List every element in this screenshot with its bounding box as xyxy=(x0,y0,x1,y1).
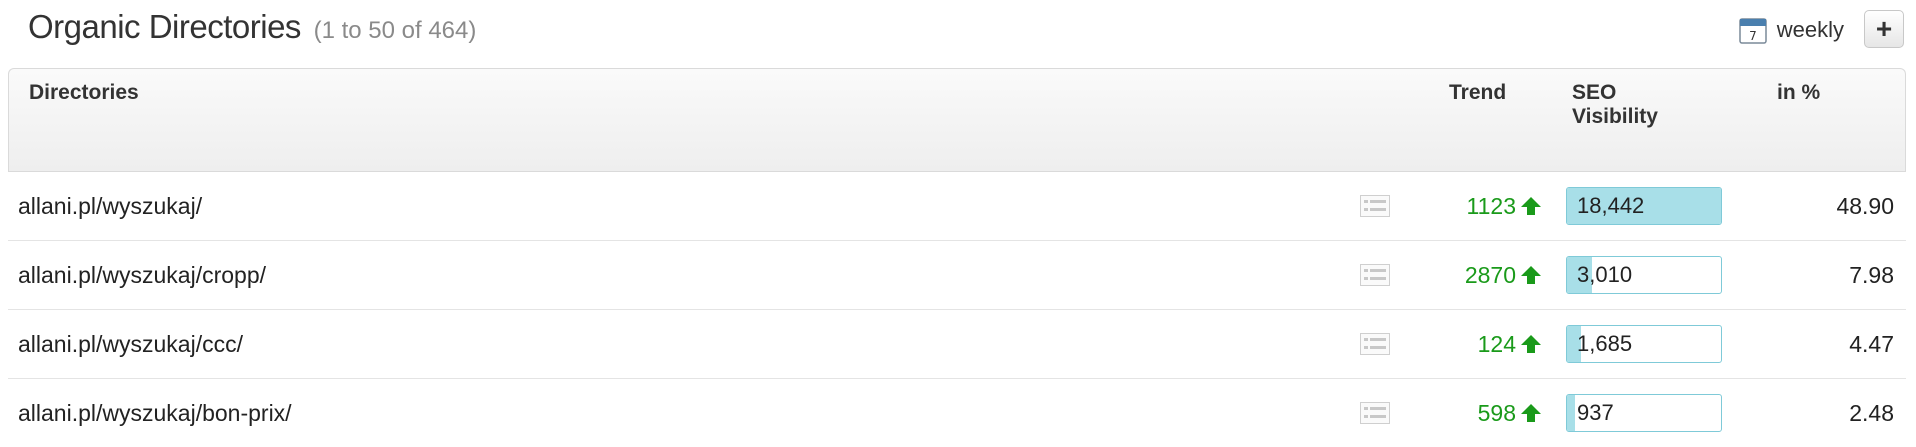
table-body: allani.pl/wyszukaj/ 1123 18,442 48.90 al… xyxy=(8,172,1906,447)
column-seo-visibility[interactable]: SEO Visibility xyxy=(1560,68,1747,172)
visibility-cell: 937 xyxy=(1560,379,1747,447)
visibility-bar: 937 xyxy=(1566,394,1722,432)
panel-header: Organic Directories (1 to 50 of 464) 7 w… xyxy=(0,0,1916,68)
visibility-bar: 3,010 xyxy=(1566,256,1722,294)
detail-list-icon[interactable] xyxy=(1360,264,1390,286)
percent-cell: 48.90 xyxy=(1747,172,1906,241)
visibility-cell: 18,442 xyxy=(1560,172,1747,241)
result-count: (1 to 50 of 464) xyxy=(313,17,477,44)
trend-indicator: 2870 xyxy=(1465,262,1542,289)
table-row[interactable]: allani.pl/wyszukaj/ 1123 18,442 48.90 xyxy=(8,172,1906,241)
percent-value: 7.98 xyxy=(1849,261,1894,288)
visibility-bar: 18,442 xyxy=(1566,187,1722,225)
period-label[interactable]: weekly xyxy=(1777,17,1844,43)
trend-cell: 124 xyxy=(1421,310,1560,379)
visibility-bar: 1,685 xyxy=(1566,325,1722,363)
trend-cell: 2870 xyxy=(1421,241,1560,310)
trend-value: 1123 xyxy=(1466,192,1516,219)
visibility-value: 937 xyxy=(1577,400,1614,425)
visibility-value: 18,442 xyxy=(1577,193,1645,218)
trend-value: 2870 xyxy=(1464,261,1516,288)
trend-indicator: 124 xyxy=(1478,331,1542,358)
table-row[interactable]: allani.pl/wyszukaj/cropp/ 2870 3,010 7.9… xyxy=(8,241,1906,310)
detail-cell xyxy=(1359,172,1421,241)
add-button[interactable]: + xyxy=(1864,10,1904,48)
percent-cell: 2.48 xyxy=(1747,379,1906,447)
directory-cell: allani.pl/wyszukaj/bon-prix/ xyxy=(8,379,1359,447)
percent-value: 4.47 xyxy=(1849,330,1894,357)
visibility-value: 3,010 xyxy=(1577,262,1633,287)
detail-list-icon[interactable] xyxy=(1360,333,1390,355)
directory-link[interactable]: allani.pl/wyszukaj/ xyxy=(18,193,202,219)
period-selector[interactable]: 7 weekly xyxy=(1739,14,1844,46)
trend-indicator: 1123 xyxy=(1467,193,1542,220)
visibility-cell: 1,685 xyxy=(1560,310,1747,379)
percent-value: 48.90 xyxy=(1836,192,1894,219)
trend-indicator: 598 xyxy=(1478,400,1542,427)
arrow-up-icon xyxy=(1521,335,1541,353)
visibility-cell: 3,010 xyxy=(1560,241,1747,310)
page-title: Organic Directories (1 to 50 of 464) xyxy=(28,8,476,46)
calendar-icon[interactable]: 7 xyxy=(1739,16,1767,44)
detail-cell xyxy=(1359,241,1421,310)
directory-cell: allani.pl/wyszukaj/ xyxy=(8,172,1359,241)
directory-cell: allani.pl/wyszukaj/cropp/ xyxy=(8,241,1359,310)
arrow-up-icon xyxy=(1521,197,1541,215)
percent-cell: 7.98 xyxy=(1747,241,1906,310)
trend-cell: 1123 xyxy=(1421,172,1560,241)
visibility-bar-fill xyxy=(1567,395,1575,431)
detail-list-icon[interactable] xyxy=(1360,195,1390,217)
percent-cell: 4.47 xyxy=(1747,310,1906,379)
table-row[interactable]: allani.pl/wyszukaj/bon-prix/ 598 937 2.4… xyxy=(8,379,1906,447)
trend-value: 598 xyxy=(1477,399,1516,426)
directory-link[interactable]: allani.pl/wyszukaj/cropp/ xyxy=(18,262,266,288)
table-row[interactable]: allani.pl/wyszukaj/ccc/ 124 1,685 4.47 xyxy=(8,310,1906,379)
svg-text:7: 7 xyxy=(1749,29,1757,43)
column-directories[interactable]: Directories xyxy=(8,68,1359,172)
table-header: Directories Trend SEO Visibility in % xyxy=(8,68,1906,172)
title-text: Organic Directories xyxy=(28,8,301,45)
detail-cell xyxy=(1359,310,1421,379)
arrow-up-icon xyxy=(1521,404,1541,422)
detail-cell xyxy=(1359,379,1421,447)
directory-link[interactable]: allani.pl/wyszukaj/ccc/ xyxy=(18,331,243,357)
arrow-up-icon xyxy=(1521,266,1541,284)
column-blank xyxy=(1359,68,1421,172)
column-in-percent[interactable]: in % xyxy=(1747,68,1906,172)
directory-cell: allani.pl/wyszukaj/ccc/ xyxy=(8,310,1359,379)
column-trend[interactable]: Trend xyxy=(1421,68,1560,172)
trend-value: 124 xyxy=(1477,330,1516,357)
visibility-value: 1,685 xyxy=(1577,331,1633,356)
trend-cell: 598 xyxy=(1421,379,1560,447)
detail-list-icon[interactable] xyxy=(1360,402,1390,424)
directories-table: Directories Trend SEO Visibility in % al… xyxy=(8,68,1906,447)
column-seo-visibility-label: SEO Visibility xyxy=(1572,81,1658,128)
